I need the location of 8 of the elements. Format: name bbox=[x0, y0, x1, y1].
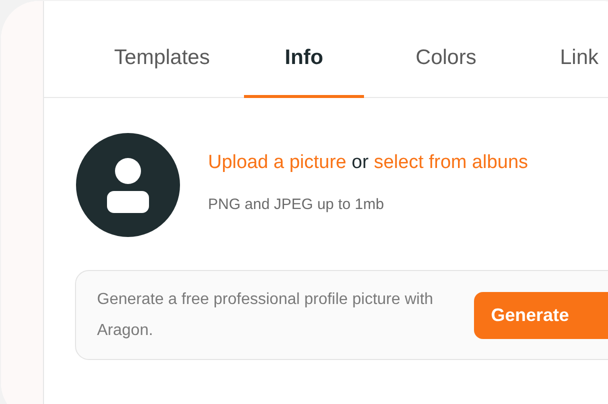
file-hint: PNG and JPEG up to 1mb bbox=[208, 196, 385, 212]
or-text: or bbox=[352, 152, 369, 172]
user-icon bbox=[106, 157, 150, 213]
promo-text: Generate a free professional profile picture with Aragon. bbox=[97, 290, 434, 341]
tab[interactable]: Info bbox=[244, 1, 364, 98]
tab[interactable]: Colors bbox=[386, 1, 506, 98]
tab[interactable]: Templates bbox=[102, 1, 222, 98]
tab[interactable]: Link bbox=[528, 1, 608, 98]
